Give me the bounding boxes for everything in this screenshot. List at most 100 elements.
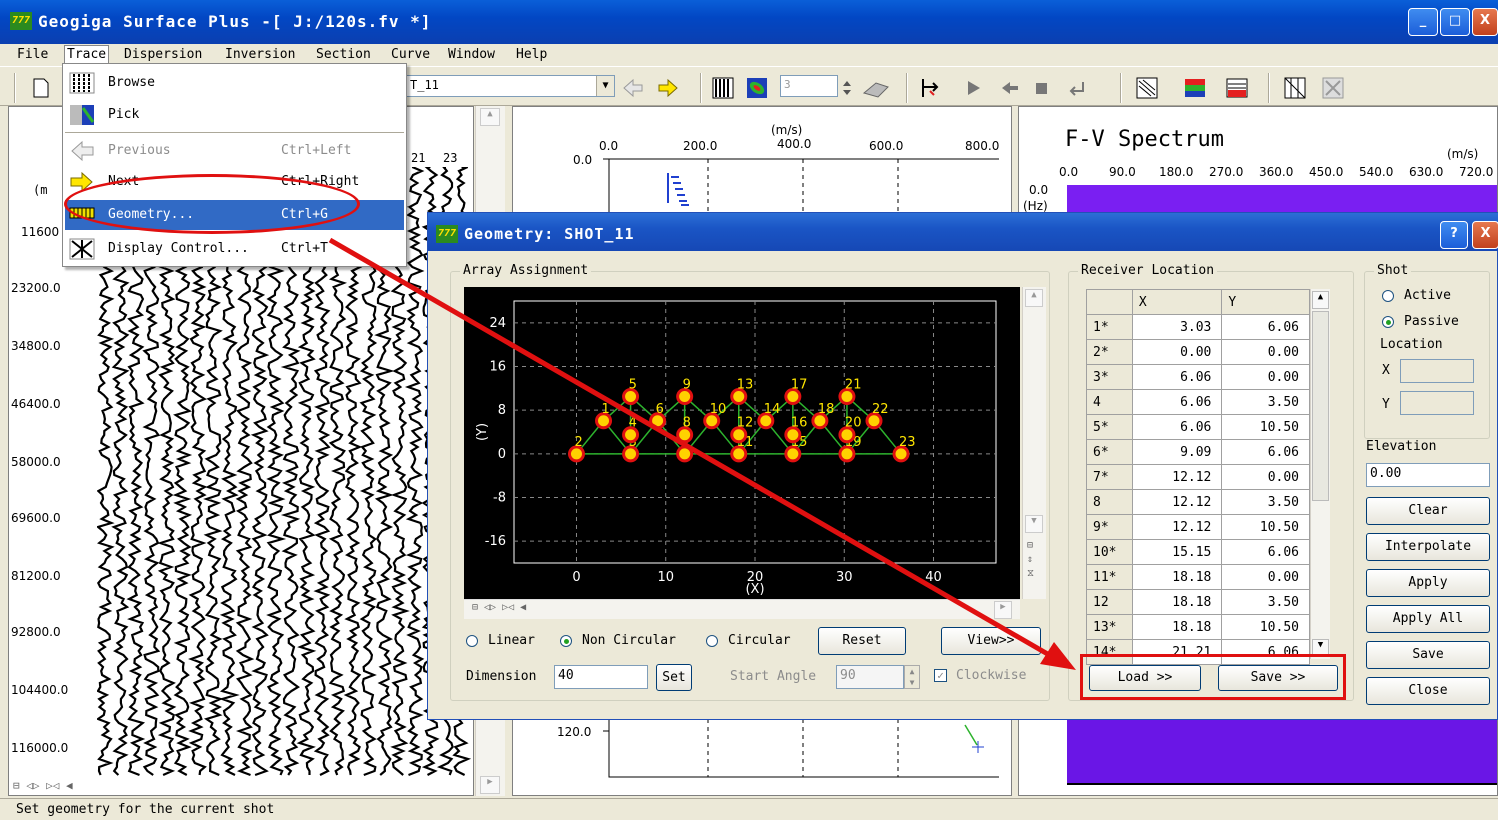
- receiver-value-cell[interactable]: 6.06: [1221, 439, 1310, 465]
- receiver-value-cell[interactable]: 6.06: [1131, 389, 1223, 415]
- location-x-input[interactable]: [1400, 359, 1474, 383]
- receiver-value-cell[interactable]: 15.15: [1131, 539, 1223, 565]
- array-plot[interactable]: 241680-8-16010203040(X)(Y)12345678910111…: [464, 287, 1020, 599]
- receiver-value-cell[interactable]: 9.09: [1131, 439, 1223, 465]
- elevation-input[interactable]: 0.00: [1366, 463, 1490, 487]
- start-angle-input[interactable]: 90: [836, 665, 904, 689]
- zoom-controls-icon[interactable]: ⊟ ⇕ ⧖: [1027, 539, 1034, 581]
- menu-section[interactable]: Section: [316, 47, 371, 62]
- receiver-value-cell[interactable]: 18.18: [1131, 589, 1223, 615]
- receiver-value-cell[interactable]: 3.03: [1131, 314, 1223, 340]
- layer-model-icon[interactable]: [1226, 77, 1248, 99]
- receiver-row[interactable]: 8 12.12 3.50: [1086, 489, 1310, 515]
- play-icon[interactable]: [962, 77, 984, 99]
- next-arrow-icon[interactable]: [657, 77, 679, 99]
- close-button[interactable]: X: [1472, 8, 1498, 36]
- location-y-input[interactable]: [1400, 391, 1474, 415]
- clear-button[interactable]: Clear: [1366, 497, 1490, 525]
- tools-icon[interactable]: [1322, 77, 1344, 99]
- receiver-value-cell[interactable]: 6.06: [1221, 314, 1310, 340]
- menu-previous[interactable]: Previous Ctrl+Left: [65, 136, 404, 166]
- angle-spin-icon[interactable]: ▲ ▼: [904, 665, 920, 689]
- stop-icon[interactable]: [1030, 77, 1052, 99]
- receiver-value-cell[interactable]: 0.00: [1221, 464, 1310, 490]
- scroll-down-icon[interactable]: ▼: [1025, 515, 1043, 533]
- menu-dispersion[interactable]: Dispersion: [124, 47, 202, 62]
- receiver-row[interactable]: 2* 0.00 0.00: [1086, 339, 1310, 365]
- menu-browse[interactable]: Browse: [65, 68, 404, 98]
- receiver-value-cell[interactable]: 6.06: [1221, 539, 1310, 565]
- reset-button[interactable]: Reset: [818, 627, 906, 655]
- non-circular-radio[interactable]: [560, 635, 572, 647]
- menu-window[interactable]: Window: [448, 47, 495, 62]
- receiver-value-cell[interactable]: 6.06: [1131, 414, 1223, 440]
- grid-tool-icon[interactable]: [1284, 77, 1306, 99]
- receiver-value-cell[interactable]: 3.50: [1221, 489, 1310, 515]
- wiggle-trace-icon[interactable]: [712, 77, 734, 99]
- array-plot-vscroll[interactable]: ▲ ▼ ⊟ ⇕ ⧖: [1022, 287, 1046, 599]
- receiver-value-cell[interactable]: 12.12: [1131, 514, 1223, 540]
- receiver-value-cell[interactable]: 0.00: [1131, 339, 1223, 365]
- receiver-value-cell[interactable]: 18.18: [1131, 564, 1223, 590]
- passive-radio[interactable]: [1382, 316, 1394, 328]
- eraser-icon[interactable]: [860, 77, 892, 99]
- section-view-icon[interactable]: [1136, 77, 1158, 99]
- view-button[interactable]: View>>: [941, 627, 1041, 655]
- receiver-value-cell[interactable]: 10.50: [1221, 614, 1310, 640]
- menu-display-control[interactable]: Display Control... Ctrl+T: [65, 234, 404, 264]
- receiver-value-cell[interactable]: 0.00: [1221, 564, 1310, 590]
- scroll-up-icon[interactable]: ▲: [480, 108, 500, 126]
- close-dialog-button[interactable]: Close: [1366, 677, 1490, 705]
- receiver-row[interactable]: 1* 3.03 6.06: [1086, 314, 1310, 340]
- receiver-value-cell[interactable]: 0.00: [1221, 364, 1310, 390]
- apply-button[interactable]: Apply: [1366, 569, 1490, 597]
- new-file-icon[interactable]: [30, 77, 52, 99]
- receiver-value-cell[interactable]: 6.06: [1131, 364, 1223, 390]
- receiver-row[interactable]: 3* 6.06 0.00: [1086, 364, 1310, 390]
- receiver-row[interactable]: 9* 12.12 10.50: [1086, 514, 1310, 540]
- receiver-row[interactable]: 12 18.18 3.50: [1086, 589, 1310, 615]
- menu-help[interactable]: Help: [516, 47, 547, 62]
- spin-arrows-icon[interactable]: [840, 77, 854, 99]
- receiver-row[interactable]: 10* 15.15 6.06: [1086, 539, 1310, 565]
- color-section-icon[interactable]: [1184, 77, 1206, 99]
- pick-cursor-icon[interactable]: [920, 77, 942, 99]
- receiver-row[interactable]: 13* 18.18 10.50: [1086, 614, 1310, 640]
- menu-inversion[interactable]: Inversion: [225, 47, 295, 62]
- array-plot-hscroll[interactable]: ⊟ ◁▷ ▷◁ ◀ ▶: [464, 599, 1020, 619]
- menu-pick[interactable]: Pick: [65, 100, 404, 130]
- shot-select[interactable]: T_11 ▼: [405, 75, 615, 97]
- help-button[interactable]: ?: [1440, 221, 1468, 249]
- menu-trace[interactable]: Trace: [64, 45, 110, 64]
- maximize-button[interactable]: □: [1440, 8, 1470, 36]
- dialog-close-button[interactable]: X: [1472, 221, 1498, 249]
- save-button[interactable]: Save: [1366, 641, 1490, 669]
- set-button[interactable]: Set: [656, 664, 692, 691]
- receiver-value-cell[interactable]: 0.00: [1221, 339, 1310, 365]
- receiver-row[interactable]: 5* 6.06 10.50: [1086, 414, 1310, 440]
- receiver-table-scrollbar[interactable]: ▲ ▼: [1310, 289, 1330, 659]
- receiver-row[interactable]: 7* 12.12 0.00: [1086, 464, 1310, 490]
- active-radio[interactable]: [1382, 290, 1394, 302]
- enter-icon[interactable]: [1065, 77, 1087, 99]
- clockwise-checkbox[interactable]: ✓: [934, 669, 947, 682]
- receiver-value-cell[interactable]: 12.12: [1131, 489, 1223, 515]
- hscroll-nav-icon[interactable]: ⊟ ◁▷ ▷◁ ◀: [472, 602, 526, 613]
- interpolate-button[interactable]: Interpolate: [1366, 533, 1490, 561]
- previous-arrow-icon[interactable]: [622, 77, 644, 99]
- undo-icon[interactable]: [998, 77, 1020, 99]
- menu-curve[interactable]: Curve: [391, 47, 430, 62]
- circular-radio[interactable]: [706, 635, 718, 647]
- receiver-table[interactable]: X Y 1* 3.03 6.06 2* 0.00 0.00 3* 6.06 0.00 4 6.06 3.5…: [1086, 289, 1310, 665]
- spin-input[interactable]: 3: [780, 75, 838, 97]
- trace-scroll-nav[interactable]: ⊟ ◁▷ ▷◁ ◀: [13, 779, 73, 792]
- menu-file[interactable]: File: [17, 47, 48, 62]
- receiver-row[interactable]: 11* 18.18 0.00: [1086, 564, 1310, 590]
- receiver-value-cell[interactable]: 3.50: [1221, 389, 1310, 415]
- apply-all-button[interactable]: Apply All: [1366, 605, 1490, 633]
- linear-radio[interactable]: [466, 635, 478, 647]
- receiver-row[interactable]: 4 6.06 3.50: [1086, 389, 1310, 415]
- scroll-up-icon[interactable]: ▲: [1312, 291, 1329, 309]
- chevron-down-icon[interactable]: ▼: [596, 76, 614, 96]
- receiver-value-cell[interactable]: 10.50: [1221, 414, 1310, 440]
